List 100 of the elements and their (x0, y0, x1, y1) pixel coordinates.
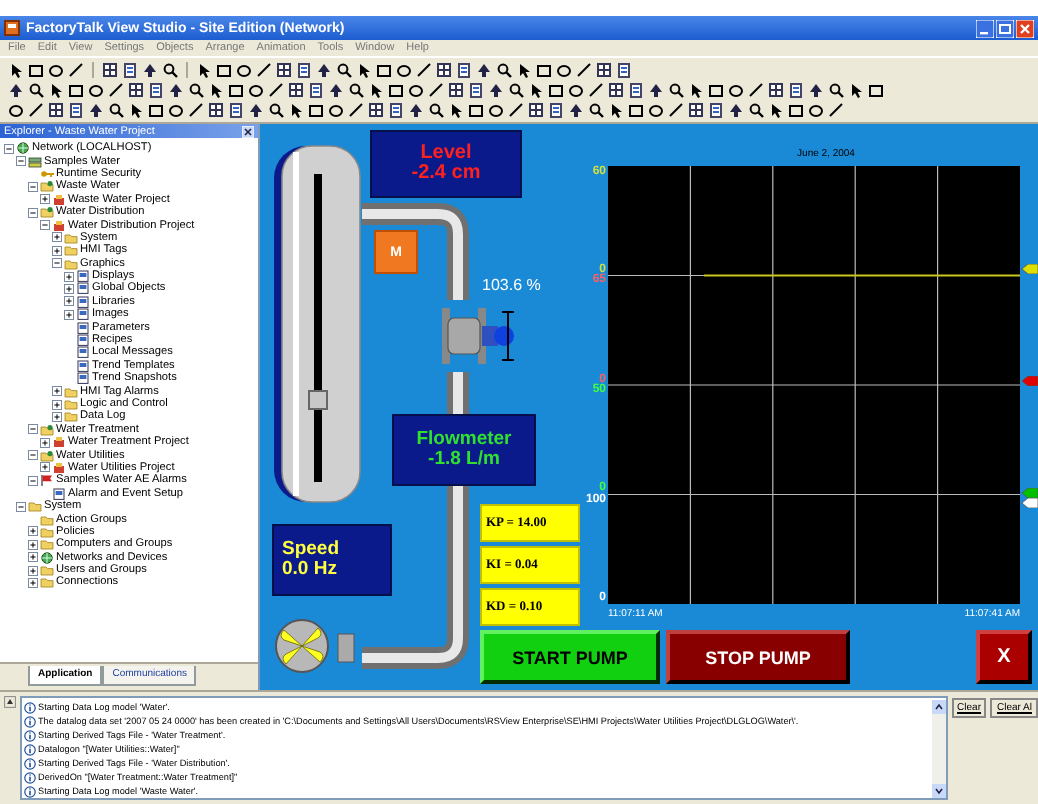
rectangle-icon[interactable] (148, 101, 164, 118)
expand-icon[interactable] (40, 437, 50, 448)
close-button[interactable]: X (976, 630, 1032, 684)
line-icon[interactable] (588, 82, 604, 98)
arrow-icon[interactable] (8, 82, 24, 98)
pin-icon[interactable] (4, 696, 16, 708)
expand-icon[interactable] (52, 232, 62, 243)
magnifier-icon[interactable] (748, 101, 764, 118)
page-icon[interactable] (228, 101, 244, 118)
expand-icon[interactable] (52, 411, 62, 422)
minimize-icon[interactable] (976, 19, 994, 37)
expand-icon[interactable] (64, 271, 74, 282)
ellipse-icon[interactable] (328, 101, 344, 118)
expand-icon[interactable] (52, 245, 62, 256)
pointer-icon[interactable] (128, 101, 144, 118)
line-icon[interactable] (268, 82, 284, 98)
magnifier-icon[interactable] (588, 101, 604, 118)
stop-pump-button[interactable]: STOP PUMP (666, 630, 850, 684)
magnifier-icon[interactable] (668, 82, 684, 98)
expand-icon[interactable] (40, 194, 50, 205)
page-icon[interactable] (788, 82, 804, 98)
grid-icon[interactable] (128, 82, 144, 98)
grid-icon[interactable] (48, 101, 64, 118)
rectangle-icon[interactable] (28, 62, 44, 79)
line-icon[interactable] (576, 62, 592, 79)
grid-icon[interactable] (102, 62, 118, 79)
magnifier-icon[interactable] (28, 82, 44, 98)
grid-icon[interactable] (436, 62, 452, 79)
line-icon[interactable] (256, 62, 272, 79)
ellipse-icon[interactable] (48, 62, 64, 79)
line-icon[interactable] (28, 101, 44, 118)
arrow-icon[interactable] (408, 101, 424, 118)
page-icon[interactable] (148, 82, 164, 98)
ellipse-icon[interactable] (88, 82, 104, 98)
expand-icon[interactable] (52, 399, 62, 409)
collapse-icon[interactable] (28, 424, 38, 435)
pen-marker-icon[interactable] (1022, 487, 1038, 497)
pointer-icon[interactable] (448, 101, 464, 118)
expand-icon[interactable] (64, 283, 74, 294)
magnifier-icon[interactable] (108, 101, 124, 118)
scroll-down-icon[interactable] (931, 784, 946, 798)
page-icon[interactable] (68, 101, 84, 118)
line-icon[interactable] (668, 101, 684, 118)
grid-icon[interactable] (596, 62, 612, 79)
pointer-icon[interactable] (48, 82, 64, 98)
line-icon[interactable] (748, 82, 764, 98)
arrow-icon[interactable] (728, 101, 744, 118)
expand-icon[interactable] (52, 386, 62, 397)
pointer-icon[interactable] (848, 82, 864, 98)
maximize-icon[interactable] (996, 19, 1014, 37)
line-icon[interactable] (416, 62, 432, 79)
page-icon[interactable] (296, 62, 312, 79)
page-icon[interactable] (708, 101, 724, 118)
page-icon[interactable] (616, 62, 632, 79)
magnifier-icon[interactable] (496, 62, 512, 79)
rectangle-icon[interactable] (468, 101, 484, 118)
collapse-icon[interactable] (16, 501, 26, 512)
scroll-up-icon[interactable] (931, 700, 946, 714)
rectangle-icon[interactable] (628, 101, 644, 118)
pointer-icon[interactable] (8, 62, 24, 79)
ellipse-icon[interactable] (488, 101, 504, 118)
start-pump-button[interactable]: START PUMP (480, 630, 660, 684)
expand-icon[interactable] (28, 552, 38, 563)
grid-icon[interactable] (368, 101, 384, 118)
grid-icon[interactable] (768, 82, 784, 98)
collapse-icon[interactable] (16, 156, 26, 167)
collapse-icon[interactable] (28, 207, 38, 218)
magnifier-icon[interactable] (188, 82, 204, 98)
pen-marker-icon[interactable] (1022, 497, 1038, 507)
pointer-icon[interactable] (688, 82, 704, 98)
ellipse-icon[interactable] (808, 101, 824, 118)
line-icon[interactable] (508, 101, 524, 118)
magnifier-icon[interactable] (268, 101, 284, 118)
collapse-icon[interactable] (4, 143, 14, 154)
ellipse-icon[interactable] (648, 101, 664, 118)
collapse-icon[interactable] (52, 258, 62, 269)
page-icon[interactable] (468, 82, 484, 98)
page-icon[interactable] (456, 62, 472, 79)
collapse-icon[interactable] (28, 475, 38, 486)
pointer-icon[interactable] (288, 101, 304, 118)
expand-icon[interactable] (28, 565, 38, 576)
grid-icon[interactable] (208, 101, 224, 118)
line-icon[interactable] (828, 101, 844, 118)
arrow-icon[interactable] (568, 101, 584, 118)
rectangle-icon[interactable] (308, 101, 324, 118)
rectangle-icon[interactable] (708, 82, 724, 98)
arrow-icon[interactable] (88, 101, 104, 118)
expand-icon[interactable] (28, 526, 38, 537)
page-icon[interactable] (308, 82, 324, 98)
ellipse-icon[interactable] (8, 101, 24, 118)
ellipse-icon[interactable] (728, 82, 744, 98)
page-icon[interactable] (388, 101, 404, 118)
grid-icon[interactable] (288, 82, 304, 98)
grid-icon[interactable] (688, 101, 704, 118)
page-icon[interactable] (548, 101, 564, 118)
pointer-icon[interactable] (768, 101, 784, 118)
magnifier-icon[interactable] (336, 62, 352, 79)
arrow-icon[interactable] (808, 82, 824, 98)
line-icon[interactable] (428, 82, 444, 98)
expand-icon[interactable] (28, 539, 38, 550)
